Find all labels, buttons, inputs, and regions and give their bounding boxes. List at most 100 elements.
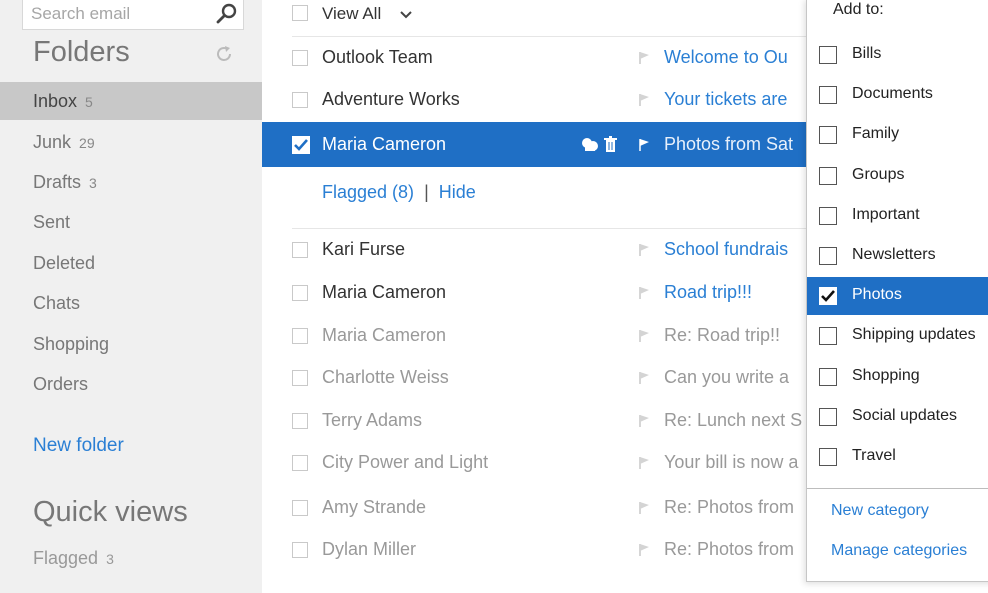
category-shipping-updates[interactable]: Shipping updates: [807, 317, 988, 355]
chevron-down-icon[interactable]: [400, 10, 412, 20]
message-sender: Amy Strande: [322, 497, 427, 517]
flag-icon[interactable]: [638, 93, 652, 107]
quick-view-flagged[interactable]: Flagged 3: [33, 548, 114, 569]
category-family[interactable]: Family: [807, 116, 988, 154]
message-subject: School fundrais: [664, 239, 789, 259]
flag-icon[interactable]: [638, 501, 652, 515]
folder-deleted[interactable]: Deleted: [0, 244, 262, 282]
search-icon[interactable]: [215, 2, 239, 26]
category-label: Documents: [852, 85, 933, 102]
category-checkbox[interactable]: [819, 46, 837, 64]
message-subject: Re: Photos from: [664, 497, 795, 517]
message-row[interactable]: Outlook Team Welcome to Ou: [262, 38, 822, 76]
refresh-icon[interactable]: [214, 44, 234, 64]
message-checkbox[interactable]: [292, 285, 308, 301]
category-checkbox[interactable]: [819, 408, 837, 426]
folders-heading: Folders: [33, 36, 130, 68]
message-checkbox[interactable]: [292, 370, 308, 386]
category-label: Groups: [852, 166, 905, 183]
flag-icon[interactable]: [638, 286, 652, 300]
category-checkbox[interactable]: [819, 327, 837, 345]
folder-label: Sent: [33, 212, 71, 232]
category-checkbox[interactable]: [819, 207, 837, 225]
view-all-filter[interactable]: View All: [322, 4, 381, 24]
folder-junk[interactable]: Junk 29: [0, 123, 262, 161]
flag-icon[interactable]: [638, 456, 652, 470]
category-important[interactable]: Important: [807, 197, 988, 235]
message-row[interactable]: Amy Strande Re: Photos from: [262, 488, 822, 526]
folder-count: 3: [89, 175, 97, 191]
folder-inbox[interactable]: Inbox 5: [0, 82, 262, 120]
divider: [292, 228, 832, 229]
folder-shopping[interactable]: Shopping: [0, 325, 262, 363]
message-checkbox[interactable]: [292, 242, 308, 258]
message-checkbox[interactable]: [292, 92, 308, 108]
folder-sent[interactable]: Sent: [0, 203, 262, 241]
category-checkbox[interactable]: [819, 448, 837, 466]
checkmark-icon[interactable]: [819, 287, 837, 305]
message-sender: Charlotte Weiss: [322, 367, 449, 387]
message-sender: Maria Cameron: [322, 134, 447, 154]
message-checkbox[interactable]: [292, 50, 308, 66]
message-row-selected[interactable]: Maria Cameron Photos from Sat: [262, 122, 822, 167]
message-row[interactable]: Maria Cameron Re: Road trip!!: [262, 316, 822, 354]
category-social-updates[interactable]: Social updates: [807, 398, 988, 436]
category-checkbox[interactable]: [819, 368, 837, 386]
flag-icon[interactable]: [638, 138, 652, 152]
message-checkbox[interactable]: [292, 413, 308, 429]
folder-count: 5: [85, 94, 93, 110]
message-row[interactable]: Dylan Miller Re: Photos from: [262, 530, 822, 568]
message-sender: City Power and Light: [322, 452, 489, 472]
checkmark-icon[interactable]: [292, 136, 310, 154]
message-sender: Maria Cameron: [322, 282, 447, 302]
message-checkbox[interactable]: [292, 542, 308, 558]
message-row[interactable]: Terry Adams Re: Lunch next S: [262, 401, 822, 439]
category-travel[interactable]: Travel: [807, 438, 988, 476]
message-row[interactable]: Charlotte Weiss Can you write a: [262, 358, 822, 396]
category-shopping[interactable]: Shopping: [807, 358, 988, 396]
search-input[interactable]: [23, 0, 203, 28]
flagged-count-link[interactable]: Flagged (8): [322, 182, 414, 202]
categorize-and-delete-icons[interactable]: [580, 135, 620, 155]
category-checkbox[interactable]: [819, 167, 837, 185]
flag-icon[interactable]: [638, 51, 652, 65]
message-sender: Adventure Works: [322, 89, 460, 109]
category-checkbox[interactable]: [819, 126, 837, 144]
folder-drafts[interactable]: Drafts 3: [0, 163, 262, 201]
flagged-summary: Flagged (8) | Hide: [322, 182, 476, 203]
category-bills[interactable]: Bills: [807, 36, 988, 74]
category-newsletters[interactable]: Newsletters: [807, 237, 988, 275]
category-label: Important: [852, 206, 920, 223]
message-row[interactable]: City Power and Light Your bill is now a: [262, 443, 822, 481]
flag-icon[interactable]: [638, 543, 652, 557]
message-row[interactable]: Maria Cameron Road trip!!!: [262, 273, 822, 311]
category-documents[interactable]: Documents: [807, 76, 988, 114]
folder-chats[interactable]: Chats: [0, 284, 262, 322]
category-label: Shipping updates: [852, 326, 976, 343]
message-checkbox[interactable]: [292, 500, 308, 516]
message-checkbox[interactable]: [292, 328, 308, 344]
flag-icon[interactable]: [638, 329, 652, 343]
message-subject: Welcome to Ou: [664, 47, 788, 67]
select-all-checkbox[interactable]: [292, 5, 308, 21]
flag-icon[interactable]: [638, 414, 652, 428]
category-label: Social updates: [852, 407, 957, 424]
flag-icon[interactable]: [638, 371, 652, 385]
separator: |: [424, 182, 429, 202]
new-category-link[interactable]: New category: [831, 502, 929, 520]
hide-link[interactable]: Hide: [439, 182, 476, 202]
manage-categories-link[interactable]: Manage categories: [831, 542, 967, 560]
folder-orders[interactable]: Orders: [0, 365, 262, 403]
category-groups[interactable]: Groups: [807, 157, 988, 195]
category-checkbox[interactable]: [819, 247, 837, 265]
message-checkbox[interactable]: [292, 455, 308, 471]
category-photos[interactable]: Photos: [807, 277, 988, 315]
message-row[interactable]: Adventure Works Your tickets are: [262, 80, 822, 118]
quick-view-label: Flagged: [33, 548, 99, 568]
flag-icon[interactable]: [638, 243, 652, 257]
message-row[interactable]: Kari Furse School fundrais: [262, 230, 822, 268]
message-subject: Photos from Sat: [664, 134, 794, 154]
new-folder-link[interactable]: New folder: [33, 435, 124, 457]
category-checkbox[interactable]: [819, 86, 837, 104]
divider: [292, 36, 832, 37]
